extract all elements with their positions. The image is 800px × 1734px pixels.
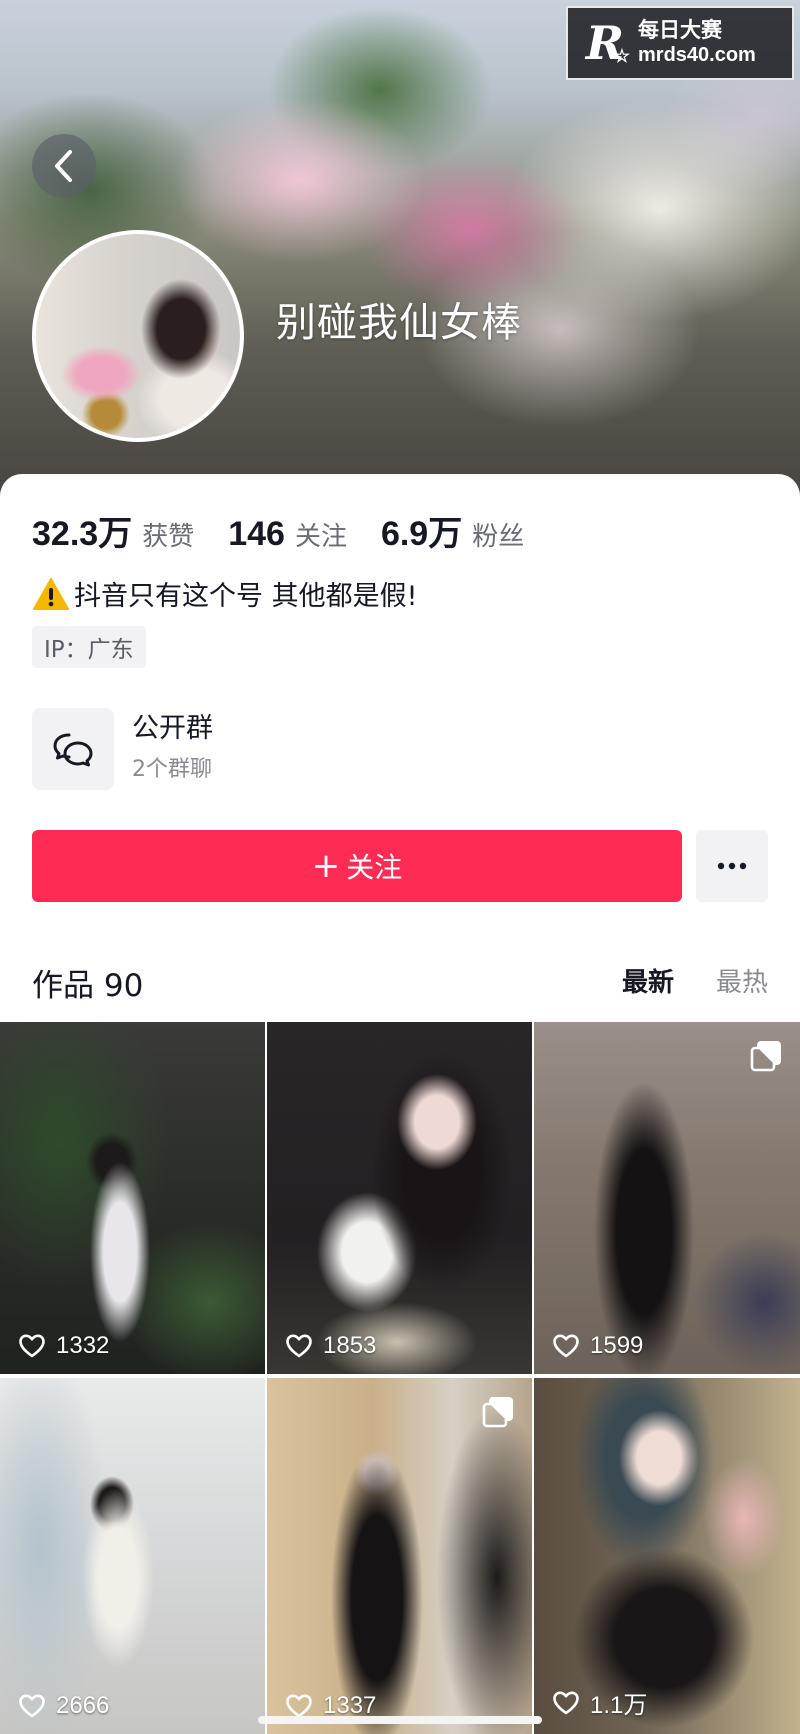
works-grid: 1332 1853 1599 2666 1337 1.1万 xyxy=(0,1022,800,1734)
profile-card: 32.3万 获赞 146 关注 6.9万 粉丝 抖音只有这个号 其他都是假! I… xyxy=(0,474,800,1020)
heart-outline-icon xyxy=(553,1334,579,1358)
ip-location-tag: IP：广东 xyxy=(32,626,146,668)
like-count-value: 2666 xyxy=(56,1692,110,1719)
bio-text: 抖音只有这个号 其他都是假! xyxy=(74,581,418,612)
warning-icon xyxy=(33,577,69,610)
works-count-title: 作品 90 xyxy=(32,968,144,1004)
watermark-badge: R ☆ 每日大赛 mrds40.com xyxy=(566,6,794,80)
stat-following[interactable]: 146 关注 xyxy=(228,515,347,554)
watermark-logo: R ☆ xyxy=(578,15,632,71)
heart-outline-icon xyxy=(19,1694,45,1718)
works-sort-tabs: 最新 最热 xyxy=(580,962,768,999)
stat-following-label: 关注 xyxy=(294,522,347,552)
multi-image-icon xyxy=(750,1041,781,1072)
star-icon: ☆ xyxy=(613,46,630,67)
like-count-value: 1599 xyxy=(590,1332,644,1359)
photo-album-tile[interactable]: 1599 xyxy=(534,1022,800,1374)
group-icon-box xyxy=(32,708,114,790)
profile-bio: 抖音只有这个号 其他都是假! xyxy=(32,574,417,613)
video-tile[interactable]: 2666 xyxy=(0,1378,265,1734)
watermark-line2: mrds40.com xyxy=(638,44,756,66)
profile-name: 别碰我仙女棒 xyxy=(276,300,522,346)
watermark-text: 每日大赛 mrds40.com xyxy=(638,18,756,68)
like-count: 1599 xyxy=(552,1332,643,1360)
heart-outline-icon xyxy=(19,1334,45,1358)
chevron-left-icon xyxy=(55,150,72,182)
more-options-button[interactable] xyxy=(696,830,768,902)
public-group-entry[interactable]: 公开群 2个群聊 xyxy=(32,708,213,790)
follow-label: 关注 xyxy=(346,851,403,884)
sort-tab-latest[interactable]: 最新 xyxy=(622,962,674,999)
sort-tab-hottest[interactable]: 最热 xyxy=(716,962,768,999)
more-dots-icon xyxy=(717,862,747,870)
home-indicator[interactable] xyxy=(258,1716,542,1724)
like-count: 1853 xyxy=(285,1332,376,1360)
stat-likes-value: 32.3万 xyxy=(32,515,133,553)
avatar[interactable] xyxy=(32,230,244,442)
stat-likes[interactable]: 32.3万 获赞 xyxy=(32,506,194,555)
heart-outline-icon xyxy=(286,1334,312,1358)
photo-album-tile[interactable]: 1337 xyxy=(267,1378,532,1734)
video-tile[interactable]: 1332 xyxy=(0,1022,265,1374)
like-count: 1332 xyxy=(18,1332,109,1360)
video-tile[interactable]: 1.1万 xyxy=(534,1378,800,1734)
plus-icon: + xyxy=(311,846,341,886)
group-title: 公开群 xyxy=(132,713,213,744)
multi-image-icon xyxy=(482,1397,513,1428)
like-count: 2666 xyxy=(18,1692,109,1720)
stat-likes-label: 获赞 xyxy=(142,522,195,552)
like-count-value: 1332 xyxy=(56,1332,110,1359)
like-count: 1.1万 xyxy=(552,1685,647,1720)
follow-button[interactable]: + 关注 xyxy=(32,830,682,902)
stat-followers[interactable]: 6.9万 粉丝 xyxy=(381,506,524,555)
stat-followers-label: 粉丝 xyxy=(472,522,525,552)
like-count-value: 1.1万 xyxy=(590,1692,648,1719)
back-button[interactable] xyxy=(32,134,96,198)
video-tile[interactable]: 1853 xyxy=(267,1022,532,1374)
stat-followers-value: 6.9万 xyxy=(380,515,463,553)
like-count-value: 1853 xyxy=(323,1332,377,1359)
group-text: 公开群 2个群聊 xyxy=(132,711,213,787)
heart-outline-icon xyxy=(553,1691,579,1714)
chat-bubbles-icon xyxy=(53,733,93,767)
stat-following-value: 146 xyxy=(228,515,285,553)
profile-stats: 32.3万 获赞 146 关注 6.9万 粉丝 xyxy=(32,506,558,555)
watermark-line1: 每日大赛 xyxy=(638,18,722,42)
group-subtitle: 2个群聊 xyxy=(132,757,212,782)
